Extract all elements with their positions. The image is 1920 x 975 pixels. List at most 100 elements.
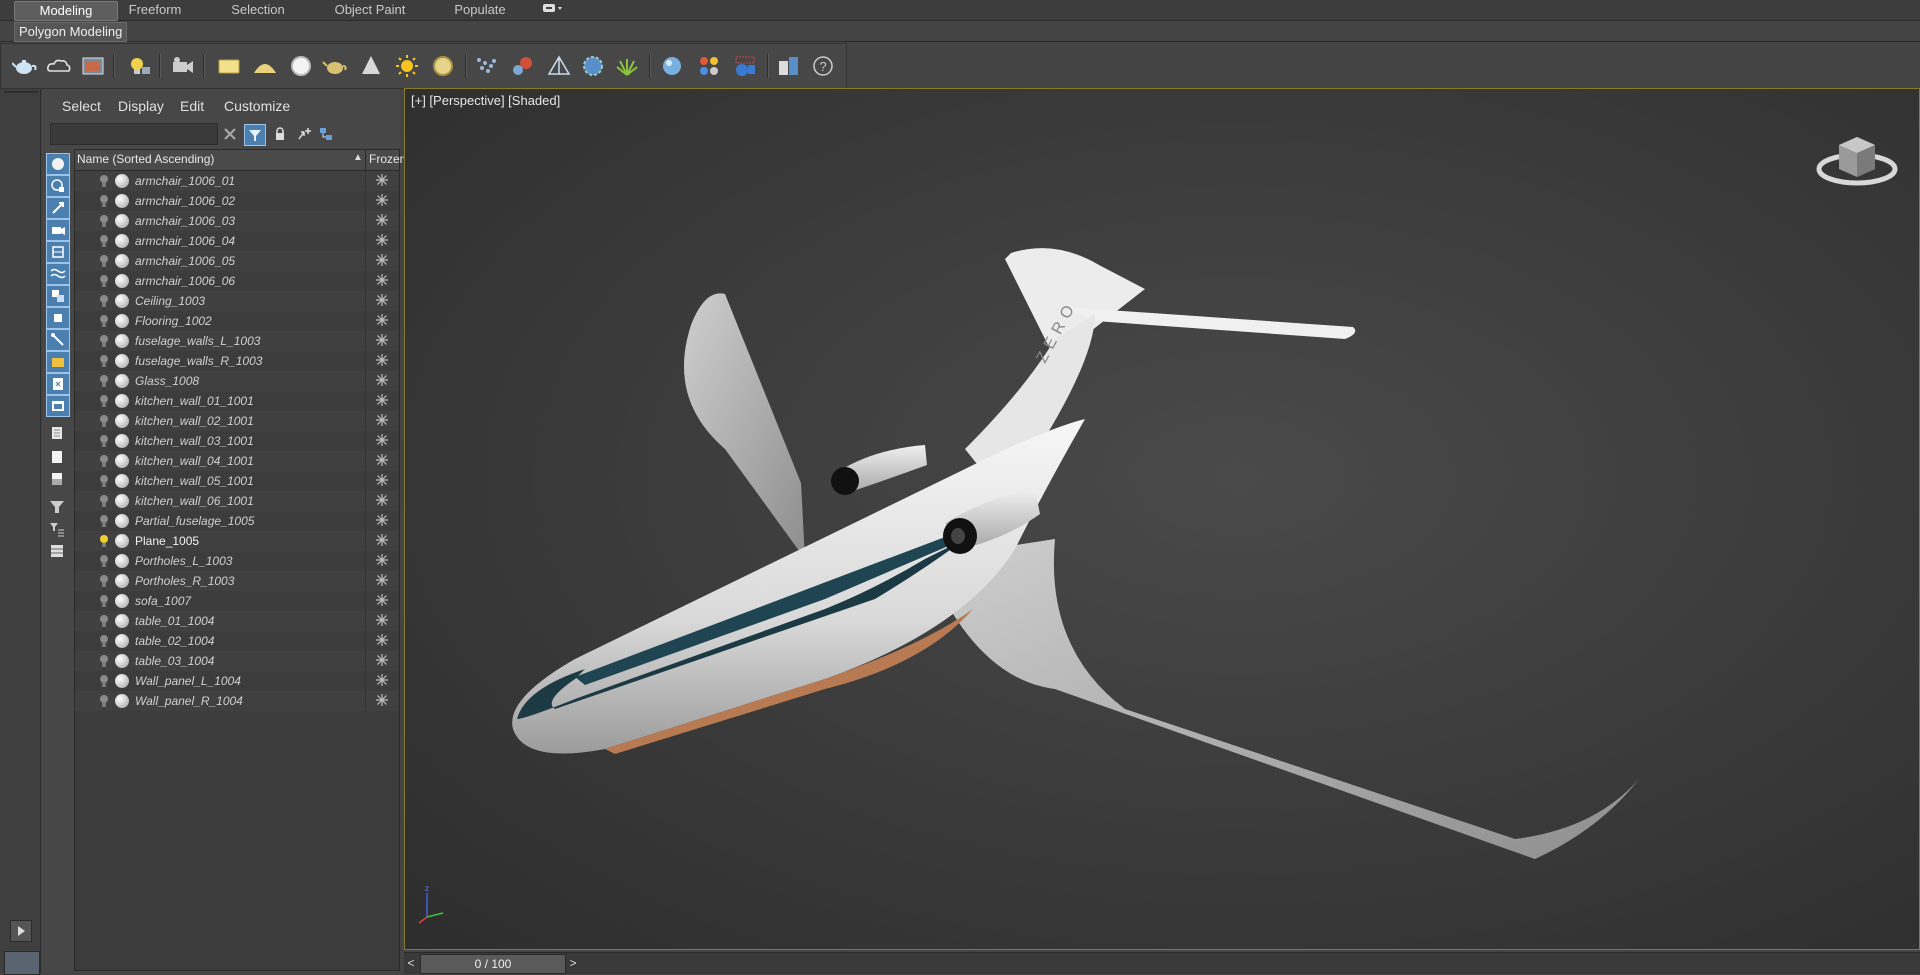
visibility-bulb-icon[interactable]: [99, 334, 109, 348]
visibility-bulb-icon[interactable]: [99, 614, 109, 628]
visibility-bulb-icon[interactable]: [99, 454, 109, 468]
light-bulb-icon[interactable]: [125, 52, 153, 80]
dome-icon[interactable]: [251, 52, 279, 80]
cloud-icon[interactable]: [45, 52, 73, 80]
gear-sphere-icon[interactable]: [579, 52, 607, 80]
snowflake-icon[interactable]: [375, 353, 389, 367]
display-spacewarps-icon[interactable]: [46, 263, 70, 285]
list-item[interactable]: armchair_1006_03: [75, 211, 399, 231]
visibility-bulb-icon[interactable]: [99, 414, 109, 428]
visibility-bulb-icon[interactable]: [99, 314, 109, 328]
display-geometry-icon[interactable]: [46, 153, 70, 175]
visibility-bulb-icon[interactable]: [99, 694, 109, 708]
list-item[interactable]: kitchen_wall_02_1001: [75, 411, 399, 431]
list-item[interactable]: armchair_1006_04: [75, 231, 399, 251]
visibility-bulb-icon[interactable]: [99, 194, 109, 208]
funnel-filter-icon[interactable]: [46, 497, 68, 517]
visibility-bulb-icon[interactable]: [99, 394, 109, 408]
visibility-bulb-icon[interactable]: [99, 434, 109, 448]
visibility-bulb-icon[interactable]: [99, 514, 109, 528]
visibility-bulb-icon[interactable]: [99, 254, 109, 268]
menu-display[interactable]: Display: [118, 98, 164, 114]
menu-select[interactable]: Select: [62, 98, 101, 114]
display-all-icon[interactable]: [46, 423, 68, 443]
display-shapes-icon[interactable]: [46, 175, 70, 197]
list-item[interactable]: kitchen_wall_04_1001: [75, 451, 399, 471]
display-frozen-icon[interactable]: [46, 373, 70, 395]
sort-ascending-icon[interactable]: ▲: [353, 152, 363, 163]
camera-icon[interactable]: [169, 52, 197, 80]
list-item[interactable]: fuselage_walls_R_1003: [75, 351, 399, 371]
list-item[interactable]: Portholes_L_1003: [75, 551, 399, 571]
snowflake-icon[interactable]: [375, 493, 389, 507]
expand-panel-button[interactable]: [10, 920, 32, 942]
snowflake-icon[interactable]: [375, 533, 389, 547]
next-frame-button[interactable]: >: [566, 954, 580, 972]
display-helpers-icon[interactable]: [46, 241, 70, 263]
explorer-search-input[interactable]: [50, 123, 218, 145]
pyramid-icon[interactable]: [545, 52, 573, 80]
snowflake-icon[interactable]: [375, 233, 389, 247]
display-cameras-icon[interactable]: [46, 219, 70, 241]
visibility-bulb-icon[interactable]: [99, 474, 109, 488]
snowflake-icon[interactable]: [375, 413, 389, 427]
previous-frame-button[interactable]: <: [404, 954, 418, 972]
snowflake-icon[interactable]: [375, 473, 389, 487]
list-item[interactable]: sofa_1007: [75, 591, 399, 611]
list-item[interactable]: table_01_1004: [75, 611, 399, 631]
tab-modeling[interactable]: Modeling: [14, 1, 118, 21]
list-item[interactable]: table_02_1004: [75, 631, 399, 651]
display-lights-icon[interactable]: [46, 197, 70, 219]
filter-toggle-icon[interactable]: [244, 124, 266, 146]
list-item[interactable]: kitchen_wall_05_1001: [75, 471, 399, 491]
tab-selection[interactable]: Selection: [220, 1, 296, 19]
snowflake-icon[interactable]: [375, 333, 389, 347]
display-containers-icon[interactable]: [46, 351, 70, 373]
filter-table-icon[interactable]: [46, 541, 68, 561]
snowflake-icon[interactable]: [375, 393, 389, 407]
list-item[interactable]: Flooring_1002: [75, 311, 399, 331]
list-item[interactable]: Portholes_R_1003: [75, 571, 399, 591]
snowflake-icon[interactable]: [375, 253, 389, 267]
menu-edit[interactable]: Edit: [180, 98, 204, 114]
layers-icon[interactable]: [775, 52, 803, 80]
visibility-bulb-icon[interactable]: [99, 354, 109, 368]
visibility-bulb-icon[interactable]: [99, 294, 109, 308]
display-bones-icon[interactable]: [46, 329, 70, 351]
ribbon-options-dropdown[interactable]: [538, 1, 568, 19]
sync-selection-icon[interactable]: [294, 124, 314, 144]
visibility-bulb-icon[interactable]: [99, 574, 109, 588]
snowflake-icon[interactable]: [375, 273, 389, 287]
visibility-bulb-icon[interactable]: [99, 494, 109, 508]
viewcube[interactable]: [1815, 125, 1899, 195]
tab-freeform[interactable]: Freeform: [120, 1, 190, 19]
visibility-bulb-icon[interactable]: [99, 214, 109, 228]
snowflake-icon[interactable]: [375, 293, 389, 307]
filter-list-icon[interactable]: [46, 519, 68, 539]
jet-model[interactable]: ZERO: [405, 89, 1919, 949]
snowflake-icon[interactable]: [375, 173, 389, 187]
list-item[interactable]: kitchen_wall_06_1001: [75, 491, 399, 511]
snowflake-icon[interactable]: [375, 553, 389, 567]
visibility-bulb-icon[interactable]: [99, 634, 109, 648]
visibility-bulb-icon[interactable]: [99, 274, 109, 288]
column-header-name[interactable]: Name (Sorted Ascending): [77, 152, 331, 170]
list-item[interactable]: Wall_panel_R_1004: [75, 691, 399, 711]
material-sphere-icon[interactable]: [659, 52, 687, 80]
time-slider[interactable]: 0 / 100: [420, 954, 566, 974]
snowflake-icon[interactable]: [375, 653, 389, 667]
list-item[interactable]: Wall_panel_L_1004: [75, 671, 399, 691]
help-icon[interactable]: ?: [809, 52, 837, 80]
list-item[interactable]: kitchen_wall_01_1001: [75, 391, 399, 411]
list-item[interactable]: Ceiling_1003: [75, 291, 399, 311]
display-groups-icon[interactable]: [46, 285, 70, 307]
menu-customize[interactable]: Customize: [224, 98, 290, 114]
list-item[interactable]: armchair_1006_05: [75, 251, 399, 271]
tab-populate[interactable]: Populate: [444, 1, 516, 19]
snowflake-icon[interactable]: [375, 453, 389, 467]
list-item[interactable]: Glass_1008: [75, 371, 399, 391]
image-icon[interactable]: [79, 52, 107, 80]
cone-icon[interactable]: [357, 52, 385, 80]
snowflake-icon[interactable]: [375, 693, 389, 707]
display-none-icon[interactable]: [46, 447, 68, 467]
